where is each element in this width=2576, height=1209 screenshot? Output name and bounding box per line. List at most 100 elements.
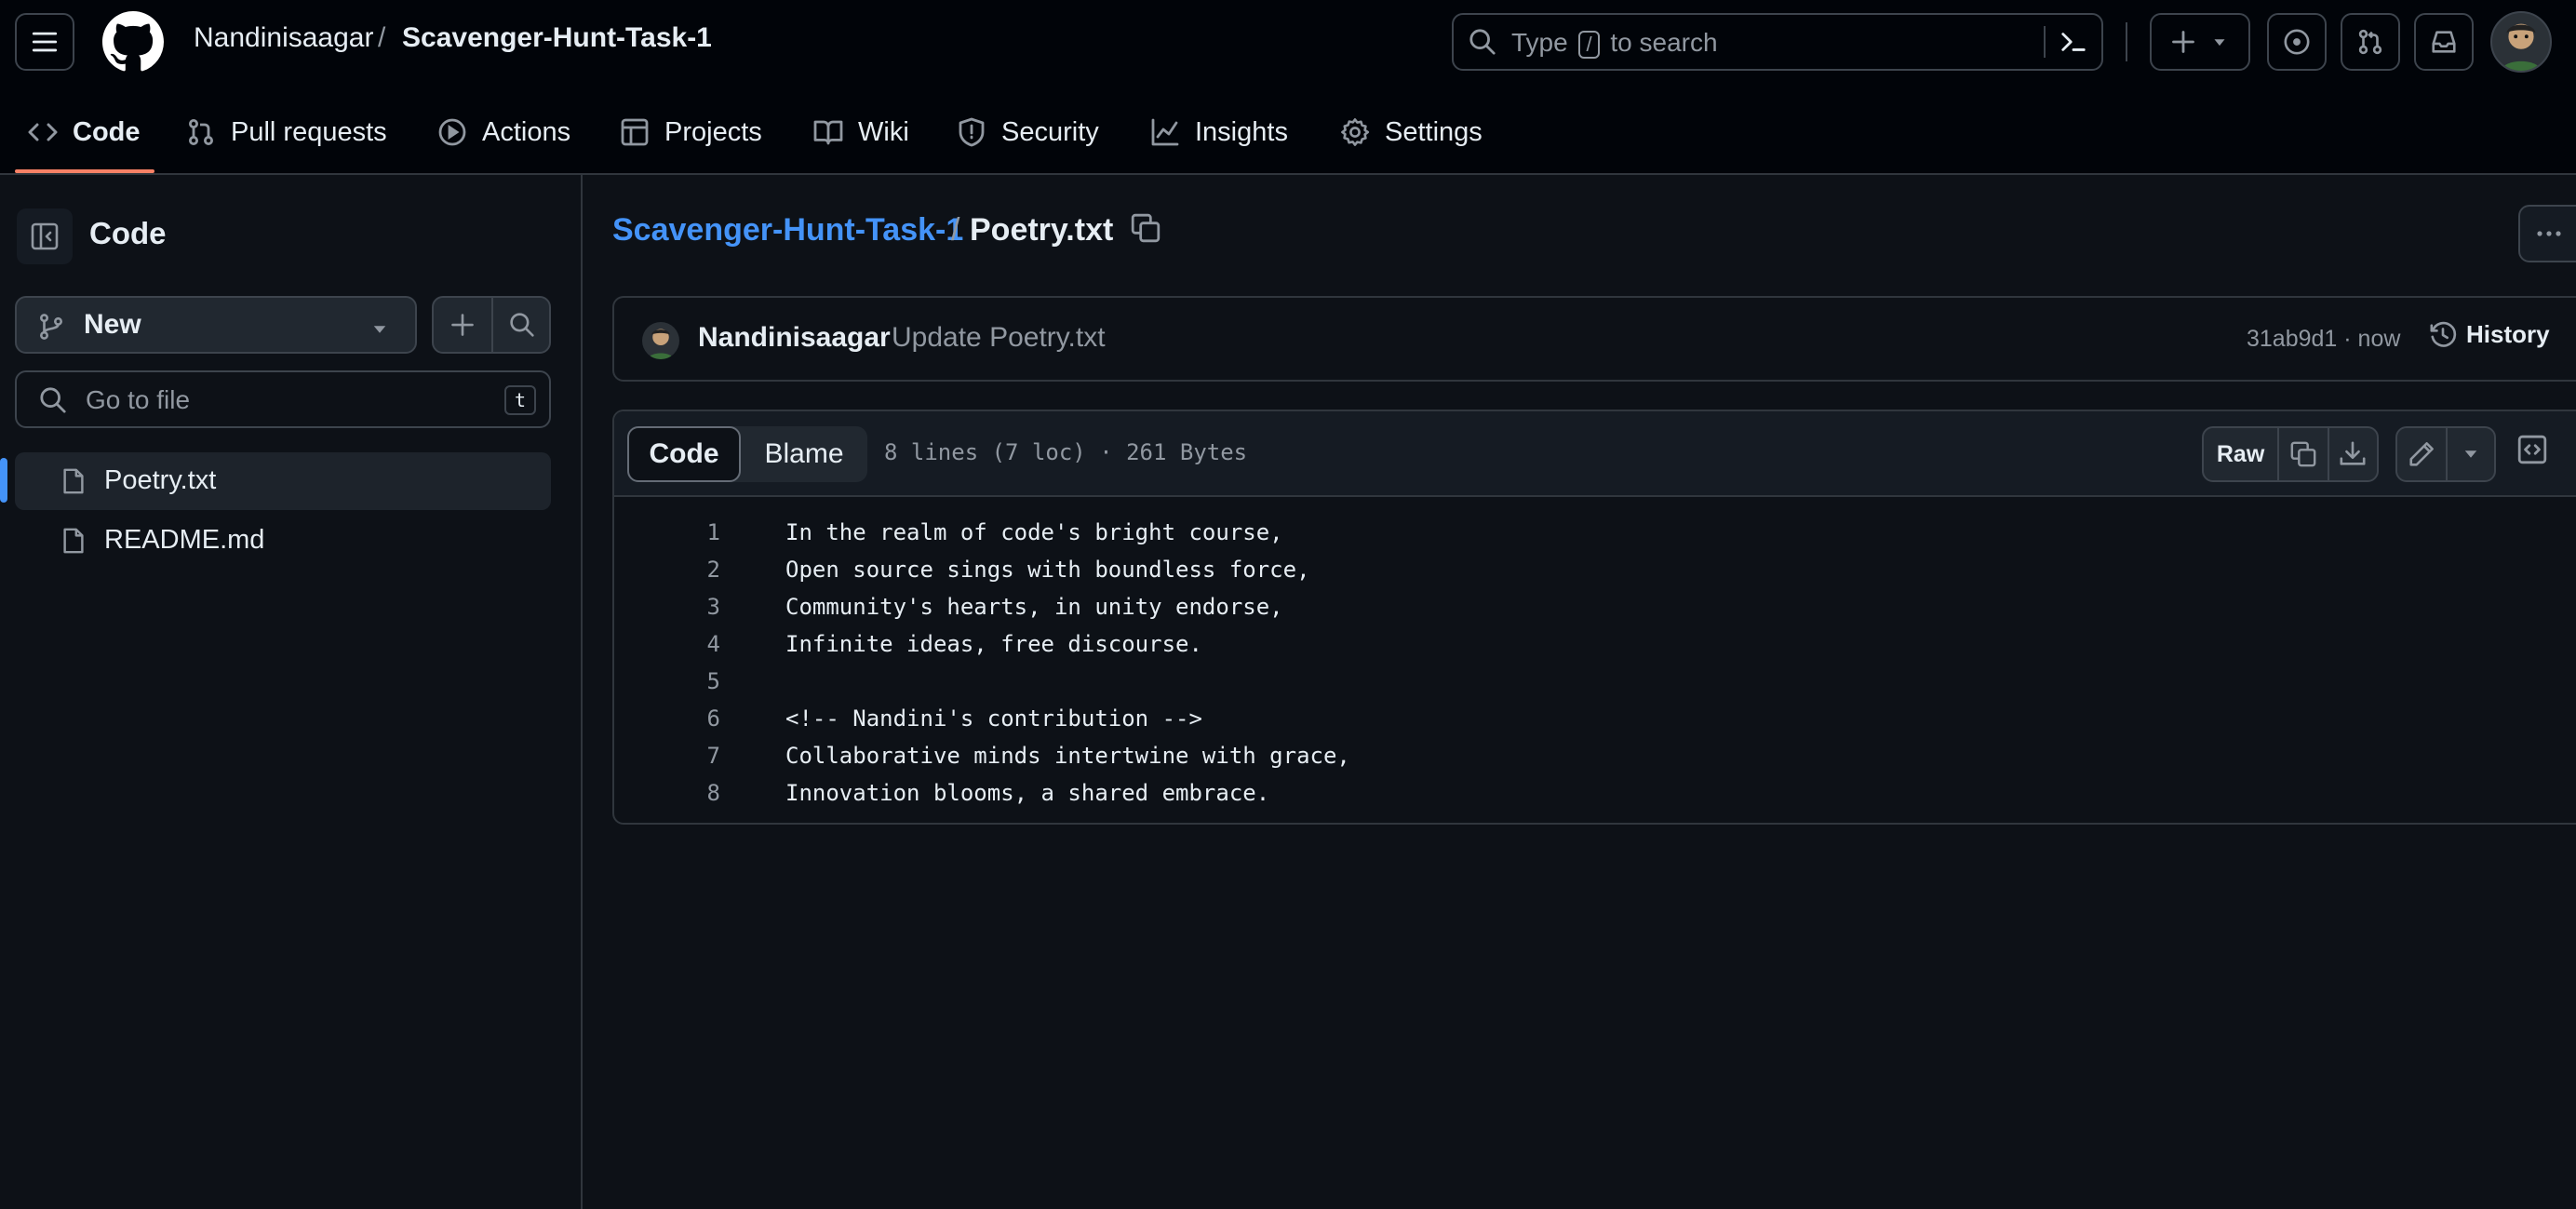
- tab-projects[interactable]: Projects: [620, 114, 762, 151]
- symbols-panel-button[interactable]: [2516, 434, 2548, 465]
- search-input[interactable]: Type / to search: [1452, 13, 2103, 71]
- file-info: 8 lines (7 loc) · 261 Bytes: [884, 439, 1248, 465]
- global-header: Nandinisaagar / Scavenger-Hunt-Task-1 Ty…: [0, 0, 2576, 175]
- user-avatar[interactable]: [2490, 11, 2552, 73]
- commit-author-link[interactable]: Nandinisaagar: [698, 322, 891, 354]
- line-number[interactable]: 7: [707, 737, 720, 774]
- table-icon: [621, 118, 649, 146]
- menu-button[interactable]: [15, 13, 74, 71]
- page-title: Poetry.txt: [970, 212, 1114, 248]
- edit-file-button[interactable]: [2397, 428, 2446, 480]
- breadcrumb-repo-link[interactable]: Scavenger-Hunt-Task-1: [612, 212, 963, 249]
- add-file-button[interactable]: [434, 298, 491, 352]
- active-tab-underline: [15, 169, 154, 173]
- owner-link[interactable]: Nandinisaagar: [194, 22, 373, 54]
- copy-icon: [2290, 441, 2316, 467]
- line-number[interactable]: 5: [707, 663, 720, 700]
- create-new-button[interactable]: [2150, 13, 2250, 71]
- history-button[interactable]: History: [2429, 320, 2550, 349]
- code-line: 6 <!-- Nandini's contribution -->: [614, 700, 2576, 737]
- file-tree-item-poetry[interactable]: Poetry.txt: [15, 452, 551, 510]
- line-number[interactable]: 4: [707, 625, 720, 663]
- line-number[interactable]: 2: [707, 551, 720, 588]
- plus-icon: [451, 314, 474, 336]
- github-logo-icon[interactable]: [102, 11, 164, 73]
- copy-path-button[interactable]: [1130, 212, 1161, 244]
- copy-icon: [1131, 213, 1161, 243]
- line-number[interactable]: 6: [707, 700, 720, 737]
- more-options-button[interactable]: [2518, 205, 2576, 262]
- search-placeholder: Type / to search: [1511, 28, 1718, 59]
- header-divider: [2126, 22, 2127, 61]
- tab-code[interactable]: Code: [28, 114, 141, 151]
- go-to-file-input[interactable]: Go to file t: [15, 370, 551, 428]
- file-tree-item-readme[interactable]: README.md: [15, 512, 551, 570]
- tab-security-label: Security: [1001, 116, 1099, 147]
- search-files-button[interactable]: [493, 298, 551, 352]
- line-text: Community's hearts, in unity endorse,: [785, 594, 1283, 620]
- file-viewer: Code Blame 8 lines (7 loc) · 261 Bytes R…: [612, 410, 2576, 825]
- graph-icon: [1151, 118, 1179, 146]
- issue-opened-icon: [2284, 29, 2310, 55]
- go-to-file-shortcut: t: [504, 385, 536, 415]
- copy-raw-button[interactable]: [2277, 428, 2327, 480]
- line-text: <!-- Nandini's contribution -->: [785, 705, 1202, 732]
- commit-author-avatar[interactable]: [642, 322, 679, 359]
- pull-requests-button[interactable]: [2341, 13, 2400, 71]
- line-number[interactable]: 8: [707, 774, 720, 812]
- download-button[interactable]: [2327, 428, 2377, 480]
- code-line: 7 Collaborative minds intertwine with gra…: [614, 737, 2576, 774]
- file-tree-sidebar: Code New Go to file t Poetry.txt README.…: [0, 175, 583, 1209]
- branch-selector-button[interactable]: New: [15, 296, 417, 354]
- code-view-tab[interactable]: Code: [627, 426, 741, 482]
- command-palette-icon[interactable]: [2059, 28, 2088, 56]
- inbox-button[interactable]: [2414, 13, 2474, 71]
- search-icon: [510, 313, 534, 337]
- selected-file-indicator: [0, 458, 7, 503]
- tab-pull-requests-label: Pull requests: [231, 116, 387, 147]
- tab-security[interactable]: Security: [957, 114, 1099, 151]
- triangle-down-icon: [2464, 450, 2477, 458]
- commit-sha-time[interactable]: 31ab9d1 · now: [2247, 326, 2400, 353]
- breadcrumb-separator: /: [951, 212, 960, 248]
- file-tree-item-label: Poetry.txt: [104, 465, 217, 495]
- sidebar-collapse-icon: [31, 222, 59, 250]
- raw-actions-group: Raw: [2202, 426, 2379, 482]
- raw-button[interactable]: Raw: [2204, 428, 2277, 480]
- branch-label: New: [84, 309, 141, 340]
- book-icon: [813, 120, 843, 145]
- git-pull-request-icon: [2358, 29, 2382, 55]
- pencil-icon: [2409, 442, 2434, 466]
- gear-icon: [1341, 118, 1370, 146]
- code-line: 5: [614, 663, 2576, 700]
- code-icon: [28, 123, 58, 141]
- issues-button[interactable]: [2267, 13, 2327, 71]
- search-icon: [40, 387, 66, 413]
- latest-commit-box: Nandinisaagar Update Poetry.txt 31ab9d1 …: [612, 296, 2576, 382]
- collapse-sidebar-button[interactable]: [17, 208, 73, 264]
- tab-insights[interactable]: Insights: [1150, 114, 1288, 151]
- edit-dropdown-button[interactable]: [2446, 428, 2494, 480]
- line-text: Infinite ideas, free discourse.: [785, 631, 1202, 657]
- tab-settings[interactable]: Settings: [1340, 114, 1483, 151]
- tab-pull-requests[interactable]: Pull requests: [186, 114, 387, 151]
- tab-wiki[interactable]: Wiki: [813, 114, 909, 151]
- line-text: Open source sings with boundless force,: [785, 557, 1310, 583]
- search-placeholder-prefix: Type: [1511, 28, 1568, 57]
- line-text: In the realm of code's bright course,: [785, 519, 1283, 545]
- line-number[interactable]: 3: [707, 588, 720, 625]
- tab-actions[interactable]: Actions: [437, 114, 570, 151]
- blame-view-tab[interactable]: Blame: [741, 426, 867, 482]
- repo-link[interactable]: Scavenger-Hunt-Task-1: [402, 22, 712, 54]
- kebab-horizontal-icon: [2537, 231, 2561, 236]
- file-icon: [63, 528, 84, 554]
- git-branch-icon: [39, 314, 63, 340]
- inbox-icon: [2432, 31, 2456, 53]
- code-line: 8 Innovation blooms, a shared embrace.: [614, 774, 2576, 812]
- file-tree-item-label: README.md: [104, 525, 265, 555]
- tab-actions-label: Actions: [482, 116, 571, 147]
- edit-actions-group: [2395, 426, 2496, 482]
- git-pull-request-icon: [189, 119, 213, 145]
- line-number[interactable]: 1: [707, 514, 720, 551]
- commit-message-link[interactable]: Update Poetry.txt: [892, 322, 1106, 354]
